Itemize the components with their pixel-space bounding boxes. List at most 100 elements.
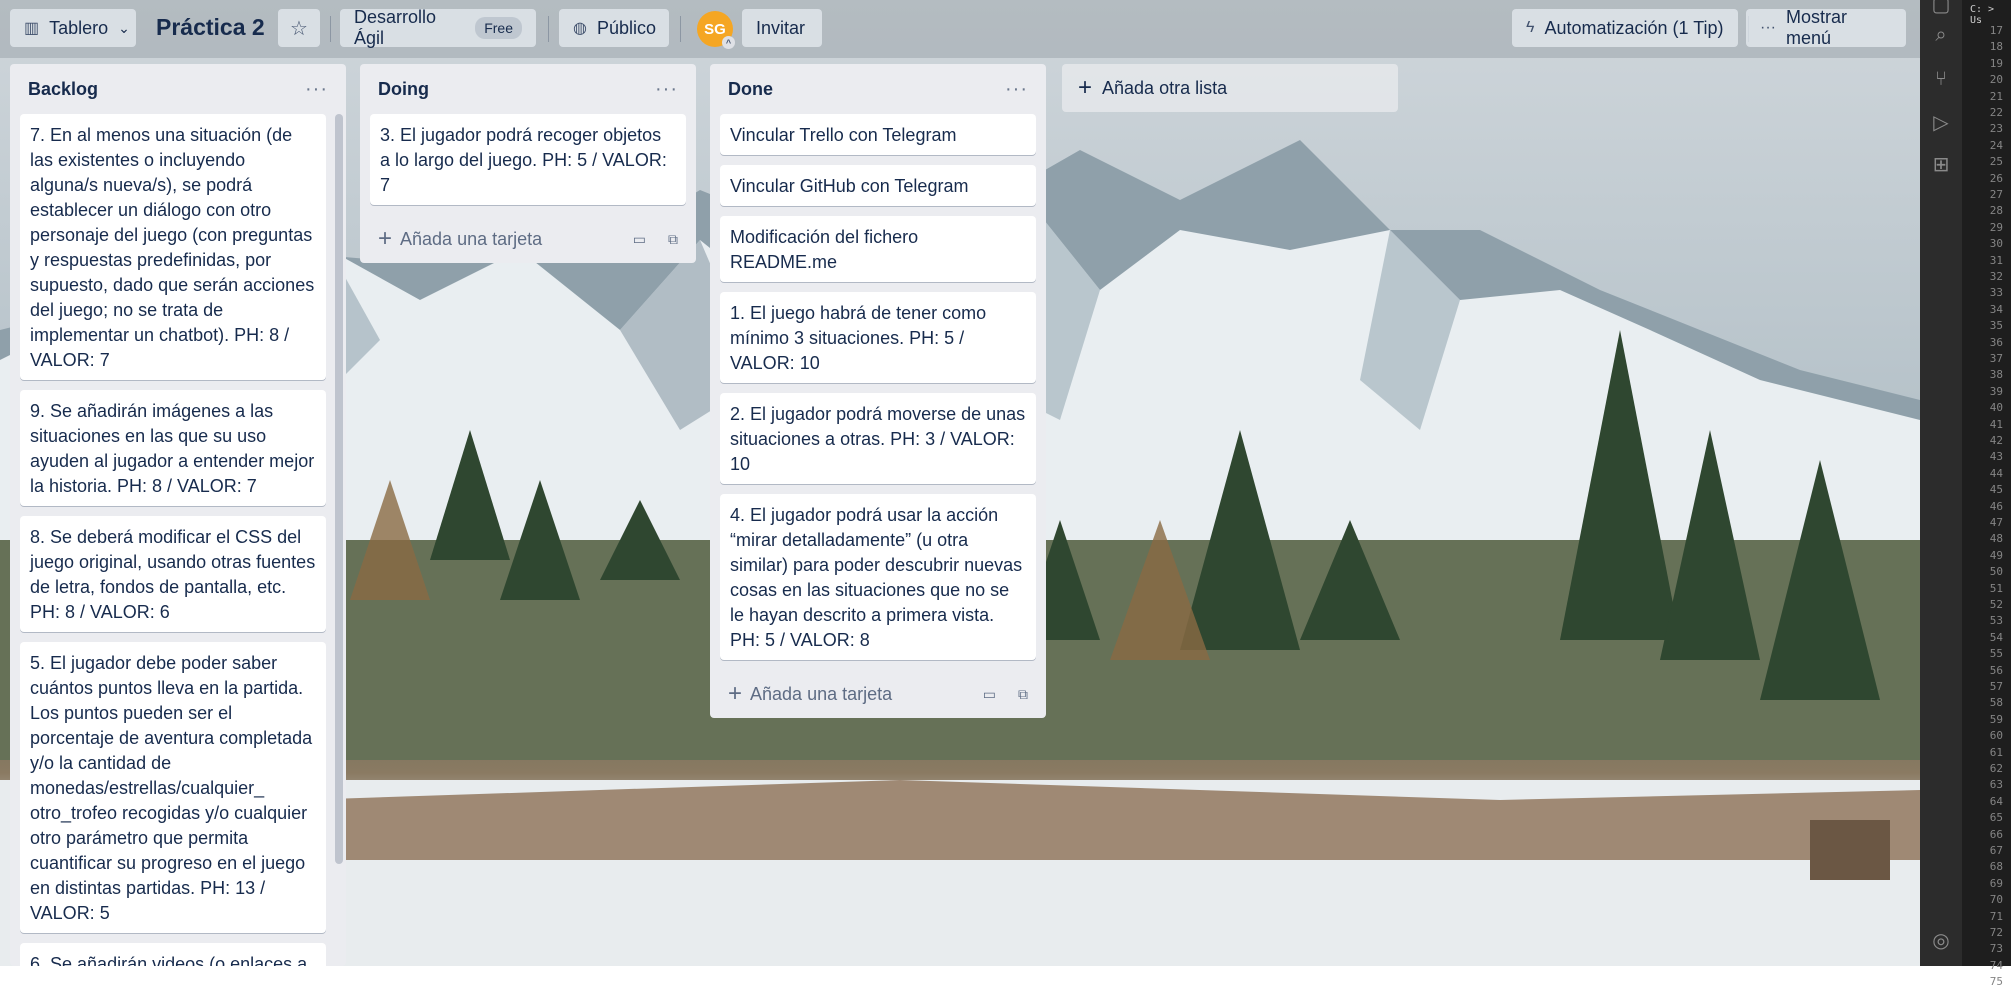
card[interactable]: 6. Se añadirán videos (o enlaces a vídeo… — [20, 943, 326, 966]
line-number: 71 — [1989, 909, 2003, 923]
more-horizontal-icon[interactable]: ··· — [655, 78, 678, 101]
more-horizontal-icon[interactable]: ··· — [305, 78, 328, 101]
line-number: 53 — [1989, 614, 2003, 628]
line-number: 66 — [1989, 827, 2003, 841]
add-card-button[interactable]: + Añada una tarjeta ▭ ⧉ — [720, 670, 1036, 718]
line-number: 17 — [1989, 24, 2003, 37]
list-title[interactable]: Doing — [378, 79, 429, 100]
line-number: 51 — [1989, 581, 2003, 595]
line-number: 19 — [1989, 56, 2003, 70]
line-number: 36 — [1989, 335, 2003, 349]
card[interactable]: 7. En al menos una situación (de las exi… — [20, 114, 326, 380]
card-template-icon[interactable]: ⧉ — [668, 231, 678, 248]
search-icon[interactable]: ⌕ — [1930, 24, 1952, 46]
line-number: 49 — [1989, 548, 2003, 562]
add-card-button[interactable]: + Añada una tarjeta ▭ ⧉ — [370, 215, 686, 263]
line-number: 27 — [1989, 188, 2003, 201]
card-template-icon[interactable]: ⧉ — [1018, 686, 1028, 703]
line-number: 26 — [1989, 171, 2003, 185]
line-number: 67 — [1989, 844, 2003, 857]
board-view-icon: ▥ — [24, 20, 40, 37]
avatar[interactable]: SG ^ — [697, 11, 735, 49]
camera-icon[interactable]: ▭ — [983, 686, 996, 703]
card[interactable]: Vincular Trello con Telegram — [720, 114, 1036, 155]
visibility-label: Público — [596, 17, 657, 38]
add-card-label: Añada una tarjeta — [400, 228, 543, 249]
line-number: 43 — [1989, 450, 2003, 464]
visibility-button[interactable]: ◍ Público — [559, 9, 669, 47]
list-doing: Doing ··· 3. El jugador podrá recoger ob… — [360, 64, 696, 263]
view-switcher-button[interactable]: ▥ Tablero ⌄ — [10, 9, 136, 47]
extensions-icon[interactable]: ⊞ — [1930, 154, 1952, 176]
list-title[interactable]: Backlog — [28, 79, 98, 100]
list-backlog: Backlog ··· 7. En al menos una situación… — [10, 64, 346, 966]
card[interactable]: 8. Se deberá modificar el CSS del juego … — [20, 516, 326, 632]
lightning-icon: ϟ — [1526, 19, 1535, 36]
header-divider — [330, 16, 331, 42]
automation-label: Automatización (1 Tip) — [1544, 17, 1724, 38]
board-title[interactable]: Práctica 2 — [156, 14, 265, 41]
line-number: 57 — [1989, 680, 2003, 693]
line-number: 74 — [1989, 958, 2003, 972]
add-list-button[interactable]: + Añada otra lista — [1062, 64, 1398, 112]
line-number: 56 — [1989, 663, 2003, 677]
card[interactable]: 5. El jugador debe poder saber cuántos p… — [20, 642, 326, 933]
workspace-label: Desarrollo Ágil — [354, 7, 437, 48]
list-title[interactable]: Done — [728, 79, 773, 100]
show-menu-label: Mostrar menú — [1785, 7, 1847, 48]
line-number: 24 — [1989, 138, 2003, 152]
star-button[interactable]: ☆ — [278, 9, 320, 47]
plus-icon: + — [1078, 74, 1093, 101]
camera-icon[interactable]: ▭ — [633, 231, 646, 248]
admin-chevron-icon: ^ — [722, 36, 735, 49]
star-icon: ☆ — [290, 17, 308, 40]
list-header: Backlog ··· — [20, 64, 336, 114]
card[interactable]: 1. El juego habrá de tener como mínimo 3… — [720, 292, 1036, 383]
line-number: 63 — [1989, 778, 2003, 792]
header-divider — [680, 16, 681, 42]
card[interactable]: 3. El jugador podrá recoger objetos a lo… — [370, 114, 686, 205]
more-horizontal-icon[interactable]: ··· — [1005, 78, 1028, 101]
line-number: 38 — [1989, 368, 2003, 382]
line-number: 65 — [1989, 811, 2003, 825]
card[interactable]: Modificación del fichero README.me — [720, 216, 1036, 282]
card[interactable]: 9. Se añadirán imágenes a las situacione… — [20, 390, 326, 506]
line-number: 59 — [1989, 712, 2003, 726]
view-label: Tablero — [49, 17, 109, 38]
show-menu-button[interactable]: ··· Mostrar menú — [1746, 7, 1906, 48]
invite-button[interactable]: Invitar — [742, 9, 822, 47]
workspace-button[interactable]: Desarrollo Ágil Free — [340, 7, 536, 48]
card[interactable]: Vincular GitHub con Telegram — [720, 165, 1036, 206]
account-icon[interactable]: ◎ — [1930, 930, 1952, 952]
line-number: 34 — [1989, 302, 2003, 316]
list-header: Done ··· — [720, 64, 1036, 114]
chevron-down-icon: ⌄ — [118, 19, 130, 36]
line-number: 58 — [1989, 696, 2003, 710]
run-debug-icon[interactable]: ▷ — [1930, 112, 1952, 134]
board-header: ▥ Tablero ⌄ Práctica 2 ☆ Desarrollo Ágil… — [0, 0, 1920, 58]
line-number: 55 — [1989, 647, 2003, 661]
header-divider — [548, 16, 549, 42]
line-number: 20 — [1989, 73, 2003, 87]
editor-breadcrumb[interactable]: C: > Us — [1970, 4, 2011, 26]
automation-button[interactable]: ϟ Automatización (1 Tip) — [1512, 9, 1738, 47]
line-number: 18 — [1989, 40, 2003, 54]
plus-icon: + — [378, 225, 393, 252]
backlog-scrollbar[interactable] — [335, 114, 343, 864]
line-number: 31 — [1989, 253, 2003, 267]
line-number: 22 — [1989, 106, 2003, 119]
files-icon[interactable]: ▢ — [1930, 0, 1952, 16]
plan-badge: Free — [475, 17, 522, 39]
line-number: 70 — [1989, 893, 2003, 907]
card[interactable]: 4. El jugador podrá usar la acción “mira… — [720, 494, 1036, 660]
line-number: 44 — [1989, 466, 2003, 480]
line-number: 35 — [1989, 319, 2003, 333]
line-number: 41 — [1989, 417, 2003, 431]
list-done: Done ··· Vincular Trello con Telegram Vi… — [710, 64, 1046, 718]
card[interactable]: 2. El jugador podrá moverse de unas situ… — [720, 393, 1036, 484]
line-number: 73 — [1989, 942, 2003, 956]
editor-gutter: C: > Us 17 18 19 20 21 22 23 24 25 26 27 28 29 30 31 32… — [1962, 0, 2011, 988]
source-control-icon[interactable]: ⑂ — [1930, 68, 1952, 90]
line-number: 68 — [1989, 860, 2003, 874]
add-list-label: Añada otra lista — [1102, 77, 1228, 98]
